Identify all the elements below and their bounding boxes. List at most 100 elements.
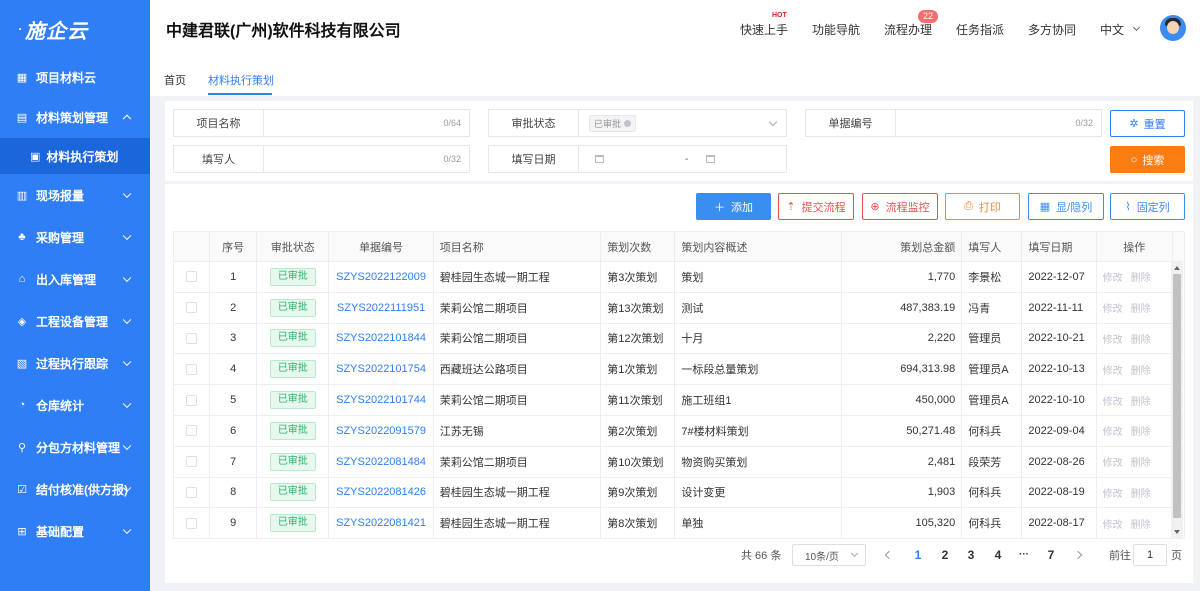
row-summary: 测试 (674, 291, 842, 324)
sidebar-item-warehouse-stats[interactable]: ◔ 仓库统计 (0, 384, 150, 426)
goto-page-input[interactable] (1133, 544, 1167, 566)
sidebar-item-material-planning[interactable]: ▤ 材料策划管理 (0, 96, 150, 138)
tab-home[interactable]: 首页 (164, 72, 186, 88)
avatar[interactable] (1160, 15, 1186, 41)
page-7[interactable]: 7 (1042, 544, 1060, 566)
edit-link[interactable]: 修改 (1103, 520, 1123, 531)
toggle-columns-button[interactable]: ▦ 显/隐列 (1028, 193, 1104, 220)
row-checkbox[interactable] (186, 394, 198, 406)
nav-quick-start[interactable]: HOT 快速上手 (740, 0, 788, 58)
scroll-thumb[interactable] (1173, 274, 1181, 518)
scroll-up-icon[interactable] (1174, 266, 1180, 270)
doc-no-link[interactable]: SZYS2022101744 (336, 394, 426, 406)
sidebar-item-subcontractor[interactable]: ⚲ 分包方材料管理 (0, 426, 150, 468)
search-button[interactable]: ○ 搜索 (1110, 146, 1185, 173)
page-3[interactable]: 3 (962, 544, 980, 566)
delete-link[interactable]: 删除 (1131, 458, 1151, 469)
row-no: 6 (209, 414, 258, 447)
page-4[interactable]: 4 (989, 544, 1007, 566)
nav-process-handling[interactable]: 22 流程办理 (884, 0, 939, 58)
delete-link[interactable]: 删除 (1131, 520, 1151, 531)
submit-process-button[interactable]: ⇡ 提交流程 (778, 193, 854, 220)
table-row[interactable]: 8 已审批 SZYS2022081426 碧桂园生态城一期工程 第9次策划 设计变更 1,9… (172, 476, 1186, 509)
edit-link[interactable]: 修改 (1103, 366, 1123, 377)
table-row[interactable]: 1 已审批 SZYS2022122009 碧桂园生态城一期工程 第3次策划 策划 1,770… (172, 261, 1186, 293)
language-selector[interactable]: 中文 (1100, 0, 1141, 58)
print-label: 打印 (978, 201, 1001, 214)
row-checkbox[interactable] (186, 456, 198, 468)
delete-link[interactable]: 删除 (1131, 366, 1151, 377)
scroll-down-icon[interactable] (1174, 530, 1180, 534)
print-button[interactable]: ⎙ 打印 (945, 193, 1020, 220)
sidebar-item-purchase[interactable]: ♣ 采购管理 (0, 216, 150, 258)
row-status-cell: 已审批 (256, 476, 330, 509)
table-row[interactable]: 7 已审批 SZYS2022081484 茉莉公馆二期项目 第10次策划 物资购买策划 2,… (172, 445, 1186, 478)
row-checkbox[interactable] (186, 363, 198, 375)
fill-date-range[interactable]: - (579, 146, 786, 172)
pin-columns-button[interactable]: ⌇ 固定列 (1110, 193, 1185, 220)
close-icon[interactable] (624, 119, 632, 127)
table-row[interactable]: 5 已审批 SZYS2022101744 茉莉公馆二期项目 第11次策划 施工班组1 450… (172, 384, 1186, 416)
doc-no-link[interactable]: SZYS2022111951 (337, 302, 425, 314)
sidebar-subitem-material-execution[interactable]: ▣ 材料执行策划 (0, 138, 150, 174)
doc-no-link[interactable]: SZYS2022101844 (336, 332, 426, 344)
table-row[interactable]: 3 已审批 SZYS2022101844 茉莉公馆二期项目 第12次策划 十月 2,220 管… (172, 322, 1186, 355)
sidebar-item-process-tracking[interactable]: ▧ 过程执行跟踪 (0, 342, 150, 384)
delete-link[interactable]: 删除 (1131, 335, 1151, 346)
page-2[interactable]: 2 (936, 544, 954, 566)
sidebar-item-site-report[interactable]: ▥ 现场报量 (0, 174, 150, 216)
doc-no-link[interactable]: SZYS2022081421 (336, 517, 426, 529)
add-button[interactable]: ＋ 添加 (696, 193, 771, 220)
sidebar-item-base-config[interactable]: ⊞ 基础配置 (0, 510, 150, 552)
delete-link[interactable]: 删除 (1131, 304, 1151, 315)
approval-status-select[interactable]: 已审批 (579, 110, 786, 136)
doc-no-input[interactable]: 0/32 (896, 110, 1101, 136)
sidebar-item-warehouse-io[interactable]: ⌂ 出入库管理 (0, 258, 150, 300)
table-row[interactable]: 4 已审批 SZYS2022101754 西藏班达公路项目 第1次策划 一标段总量策划 69… (172, 353, 1186, 386)
table-row[interactable]: 6 已审批 SZYS2022091579 江苏无锡 第2次策划 7#楼材料策划 50,271… (172, 414, 1186, 447)
nav-collaboration[interactable]: 多方协同 (1028, 0, 1076, 58)
doc-no-link[interactable]: SZYS2022081484 (336, 456, 426, 468)
edit-link[interactable]: 修改 (1103, 427, 1123, 438)
row-checkbox[interactable] (186, 302, 198, 314)
page-ellipsis[interactable]: ··· (1015, 544, 1033, 566)
edit-link[interactable]: 修改 (1103, 489, 1123, 500)
doc-no-link[interactable]: SZYS2022101754 (336, 363, 426, 375)
row-checkbox[interactable] (186, 425, 198, 437)
sidebar-item-project-material-cloud[interactable]: ▦ 项目材料云 (0, 58, 150, 96)
doc-no-link[interactable]: SZYS2022122009 (336, 271, 426, 283)
row-checkbox[interactable] (186, 333, 198, 345)
status-badge: 已审批 (269, 267, 316, 286)
process-monitor-button[interactable]: ⊕ 流程监控 (862, 193, 938, 220)
doc-no-link[interactable]: SZYS2022081426 (336, 486, 426, 498)
row-checkbox[interactable] (186, 271, 198, 283)
edit-link[interactable]: 修改 (1103, 273, 1123, 284)
edit-link[interactable]: 修改 (1103, 397, 1123, 408)
sidebar-item-equipment[interactable]: ◈ 工程设备管理 (0, 300, 150, 342)
doc-no-link[interactable]: SZYS2022091579 (336, 425, 426, 437)
delete-link[interactable]: 删除 (1131, 273, 1151, 284)
delete-link[interactable]: 删除 (1131, 397, 1151, 408)
delete-link[interactable]: 删除 (1131, 489, 1151, 500)
filler-input[interactable]: 0/32 (264, 146, 469, 172)
delete-link[interactable]: 删除 (1131, 427, 1151, 438)
grid-icon: ▦ (16, 71, 28, 84)
edit-link[interactable]: 修改 (1103, 304, 1123, 315)
edit-link[interactable]: 修改 (1103, 335, 1123, 346)
row-project: 茉莉公馆二期项目 (432, 322, 602, 355)
edit-link[interactable]: 修改 (1103, 458, 1123, 469)
sidebar-item-settlement[interactable]: ☑ 结付核准(供方报) (0, 468, 150, 510)
table-row[interactable]: 9 已审批 SZYS2022081421 碧桂园生态城一期工程 第8次策划 单独 105,3… (172, 507, 1186, 540)
row-checkbox[interactable] (186, 487, 198, 499)
page-1[interactable]: 1 (909, 544, 927, 566)
page-size-select[interactable]: 10条/页 (792, 544, 866, 566)
row-checkbox[interactable] (186, 517, 198, 529)
project-name-input[interactable]: 0/64 (264, 110, 469, 136)
nav-task-assign[interactable]: 任务指派 (956, 0, 1004, 58)
nav-function-guide[interactable]: 功能导航 (812, 0, 860, 58)
reset-button[interactable]: ✲ 重置 (1110, 110, 1185, 137)
table-scrollbar[interactable] (1171, 262, 1183, 538)
row-select-cell (172, 507, 211, 540)
table-row[interactable]: 2 已审批 SZYS2022111951 茉莉公馆二期项目 第13次策划 测试 487,38… (172, 291, 1186, 324)
tab-material-execution[interactable]: 材料执行策划 (208, 72, 274, 88)
